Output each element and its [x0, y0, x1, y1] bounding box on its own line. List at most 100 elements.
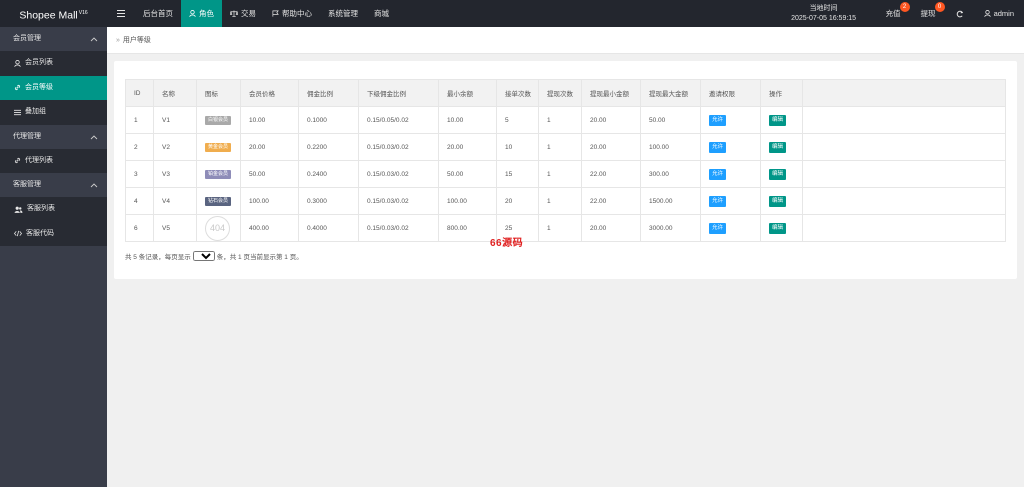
sidebar-item-stack-group[interactable]: 叠加组	[0, 100, 107, 125]
refresh-icon	[956, 10, 963, 17]
edit-button[interactable]: 编辑	[769, 114, 787, 126]
withdraw-badge: 0	[934, 2, 945, 12]
table-row: 1 V1 白银会员 10.00 0.1000 0.15/0.05/0.02 10.00 5 1 2…	[125, 106, 1006, 134]
level-panel: ID 名称 图标 会员价格 佣金比例 下级佣金比例 最小余额 接单次数 提现次数 提现最小金额 提现…	[114, 61, 1017, 279]
withdraw-label: 提现	[920, 9, 936, 18]
cell-id: 3	[125, 160, 154, 188]
cell-rate: 0.2200	[298, 133, 359, 161]
sidebar-item-label: 叠加组	[25, 108, 46, 115]
cell-withdraw-min: 22.00	[581, 187, 641, 215]
nav-role[interactable]: 角色	[181, 0, 222, 27]
cell-withdraw-min: 22.00	[581, 160, 641, 188]
cell-sub-rate: 0.15/0.03/0.02	[358, 187, 439, 215]
breadcrumb-separator-icon: »	[116, 37, 120, 44]
app-logo[interactable]: Shopee MallV16	[0, 0, 107, 27]
sidebar-group-service[interactable]: 客服管理	[0, 173, 107, 197]
nav-help[interactable]: 帮助中心	[264, 0, 320, 27]
column-header: 名称	[153, 79, 197, 107]
cell-badge: 铂金会员	[196, 160, 241, 188]
edit-button[interactable]: 编辑	[769, 222, 787, 234]
cell-name: V5	[153, 214, 197, 242]
cell-id: 4	[125, 187, 154, 215]
column-header: 提现最大金额	[640, 79, 701, 107]
sidebar-item-label: 客服列表	[27, 205, 55, 212]
sidebar-item-member-level[interactable]: 会员等级	[0, 75, 107, 100]
cell-name: V2	[153, 133, 197, 161]
column-header: 提现最小金额	[581, 79, 641, 107]
allow-invite-button[interactable]: 允许	[709, 168, 727, 180]
cell-op: 编辑	[760, 187, 803, 215]
cell-min-balance: 10.00	[438, 106, 497, 134]
withdraw-button[interactable]: 提现 0	[911, 0, 946, 27]
cell-withdraw-min: 20.00	[581, 214, 641, 242]
allow-invite-button[interactable]: 允许	[709, 222, 727, 234]
cell-invite: 允许	[700, 133, 761, 161]
cell-orders: 5	[496, 106, 539, 134]
pager-prefix: 共 5 条记录，每页显示	[125, 254, 191, 261]
table-header-row: ID 名称 图标 会员价格 佣金比例 下级佣金比例 最小余额 接单次数 提现次数 提现最小金额 提现…	[125, 79, 1006, 107]
recharge-badge: 2	[899, 2, 910, 12]
column-header: 提现次数	[538, 79, 582, 107]
column-header-empty	[802, 79, 1006, 107]
cell-withdraw-times: 1	[538, 133, 582, 161]
sidebar-item-label: 会员等级	[25, 83, 53, 91]
sidebar-group-member[interactable]: 会员管理	[0, 27, 107, 51]
table-row: 6 V5 404 400.00 0.4000 0.15/0.03/0.02 800.00 25…	[125, 214, 1006, 242]
nav-home[interactable]: 后台首页	[135, 0, 181, 27]
list-icon	[14, 109, 21, 115]
cell-withdraw-max: 1500.00	[640, 187, 701, 215]
refresh-button[interactable]	[946, 0, 974, 27]
hamburger-icon	[117, 10, 125, 17]
chevron-up-icon	[90, 134, 98, 139]
cell-badge: 白银会员	[196, 106, 241, 134]
app-version: V16	[78, 10, 88, 16]
edit-button[interactable]: 编辑	[769, 168, 787, 180]
edit-button[interactable]: 编辑	[769, 141, 787, 153]
cell-withdraw-times: 1	[538, 160, 582, 188]
allow-invite-button[interactable]: 允许	[709, 195, 727, 207]
sidebar-item-service-code[interactable]: 客服代码	[0, 221, 107, 246]
nav-mall[interactable]: 商城	[366, 0, 397, 27]
sidebar-group-agent[interactable]: 代理管理	[0, 124, 107, 149]
cell-min-balance: 800.00	[438, 214, 497, 242]
nav-home-label: 后台首页	[143, 9, 173, 18]
cell-id: 6	[125, 214, 154, 242]
sidebar-item-agent-list[interactable]: 代理列表	[0, 148, 107, 173]
cell-rate: 0.3000	[298, 187, 359, 215]
column-header: ID	[125, 79, 154, 107]
code-icon	[14, 231, 22, 237]
cell-invite: 允许	[700, 160, 761, 188]
sidebar-group-label: 代理管理	[13, 132, 41, 140]
allow-invite-button[interactable]: 允许	[709, 141, 727, 153]
recharge-button[interactable]: 充值 2	[876, 0, 911, 27]
sidebar-item-member-list[interactable]: 会员列表	[0, 51, 107, 76]
cell-withdraw-times: 1	[538, 106, 582, 134]
cell-orders: 20	[496, 187, 539, 215]
column-header: 会员价格	[240, 79, 299, 107]
cell-id: 1	[125, 106, 154, 134]
cell-empty	[802, 214, 1006, 242]
sidebar-item-service-list[interactable]: 客服列表	[0, 197, 107, 222]
cell-price: 50.00	[240, 160, 299, 188]
cell-withdraw-max: 3000.00	[640, 214, 701, 242]
nav-system[interactable]: 系统管理	[320, 0, 366, 27]
cell-withdraw-times: 1	[538, 214, 582, 242]
cell-price: 400.00	[240, 214, 299, 242]
cell-withdraw-max: 50.00	[640, 106, 701, 134]
table-row: 2 V2 黄金会员 20.00 0.2200 0.15/0.03/0.02 20.00 10 1…	[125, 133, 1006, 161]
nav-system-label: 系统管理	[328, 9, 358, 18]
top-nav: 后台首页 角色 交易 帮助中心 系统管理 商城	[107, 0, 397, 27]
page-size-select[interactable]: 20	[192, 251, 215, 261]
cell-withdraw-max: 300.00	[640, 160, 701, 188]
nav-mall-label: 商城	[374, 9, 389, 18]
menu-toggle-button[interactable]	[107, 0, 135, 27]
breadcrumb-current[interactable]: 用户等级	[123, 37, 151, 44]
edit-button[interactable]: 编辑	[769, 195, 787, 207]
pager-suffix: 条，共 1 页当前显示第 1 页。	[216, 254, 303, 261]
nav-trade[interactable]: 交易	[222, 0, 264, 27]
user-menu[interactable]: admin	[974, 0, 1024, 27]
cell-withdraw-min: 20.00	[581, 133, 641, 161]
allow-invite-button[interactable]: 允许	[709, 114, 727, 126]
cell-op: 编辑	[760, 160, 803, 188]
cell-name: V3	[153, 160, 197, 188]
